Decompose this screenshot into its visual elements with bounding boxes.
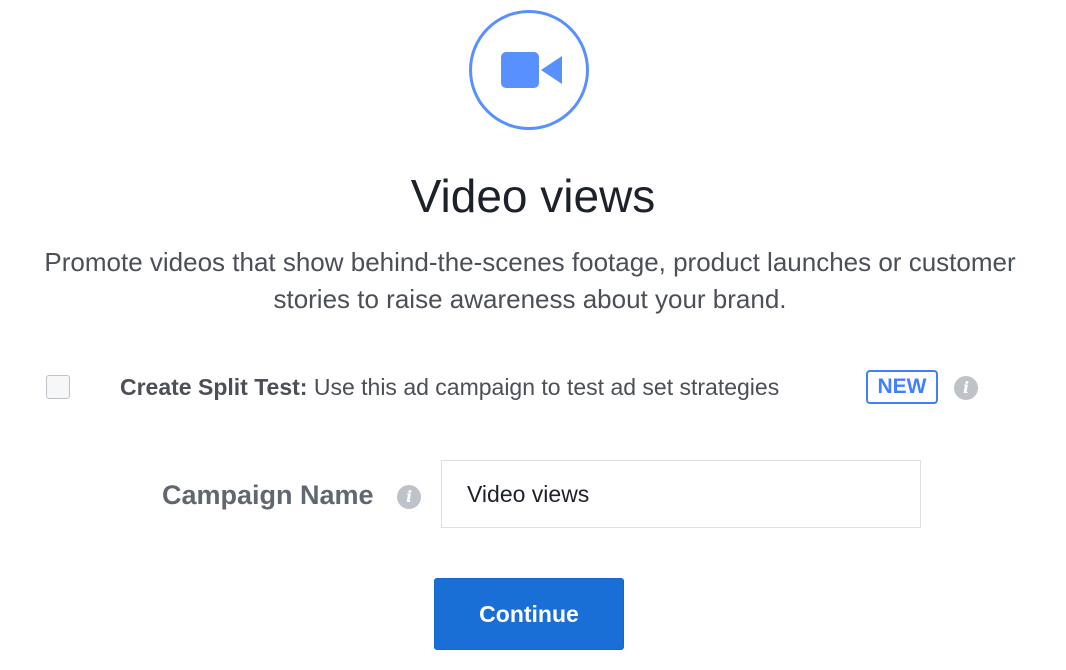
split-test-label-text: Use this ad campaign to test ad set stra… (307, 374, 780, 400)
objective-description: Promote videos that show behind-the-scen… (44, 247, 1016, 314)
split-test-label-strong: Create Split Test: (120, 374, 308, 400)
split-test-row: Create Split Test: Use this ad campaign … (0, 366, 1066, 410)
campaign-name-row: Campaign Name i (0, 460, 1066, 528)
video-objective-icon-circle (469, 10, 589, 130)
new-badge: NEW (866, 370, 938, 404)
page-title: Video views (410, 170, 656, 222)
continue-button[interactable]: Continue (434, 578, 624, 650)
split-test-label: Create Split Test: Use this ad campaign … (120, 372, 779, 402)
campaign-name-info-icon[interactable]: i (397, 485, 421, 509)
campaign-name-label: Campaign Name (162, 480, 374, 510)
campaign-name-input[interactable] (441, 460, 921, 528)
split-test-checkbox[interactable] (46, 375, 70, 399)
split-test-info-icon[interactable]: i (954, 376, 978, 400)
video-camera-icon (501, 52, 562, 88)
